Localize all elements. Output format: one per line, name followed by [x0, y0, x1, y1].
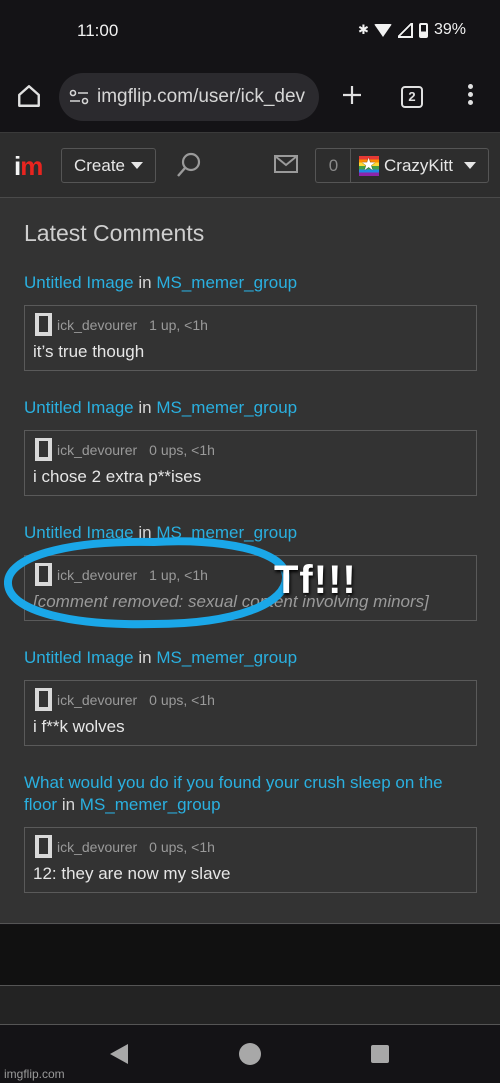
site-settings-icon[interactable] — [69, 89, 89, 105]
battery-icon — [418, 22, 428, 38]
bluetooth-icon: ✱ — [357, 22, 369, 37]
comment-meta: 0 ups, <1h — [149, 691, 215, 708]
comment-text: i f**k wolves — [33, 717, 125, 736]
post-link[interactable]: Untitled Image — [24, 523, 134, 542]
post-link[interactable]: Untitled Image — [24, 398, 134, 417]
user-avatar — [359, 155, 379, 176]
wifi-icon — [373, 23, 392, 37]
section-title: Latest Comments — [24, 220, 205, 246]
create-label: Create — [73, 155, 126, 175]
status-bar: 11:00 ✱ 39% — [0, 0, 500, 66]
latest-comments-panel: Latest Comments Untitled Image in MS_mem… — [0, 198, 500, 924]
cell-signal-icon — [397, 22, 413, 38]
imgflip-logo[interactable]: im — [14, 151, 43, 182]
comment-item: What would you do if you found your crus… — [24, 772, 477, 893]
comment-author[interactable]: ick_devourer — [57, 692, 137, 708]
group-link[interactable]: MS_memer_group — [156, 523, 297, 542]
comment-author[interactable]: ick_devourer — [57, 839, 137, 855]
post-link[interactable]: Untitled Image — [24, 648, 134, 667]
comment-text: 12: they are now my slave — [33, 864, 231, 883]
user-menu-button[interactable]: CrazyKitt — [350, 148, 489, 183]
comment-box: ick_devourer 0 ups, <1h i chose 2 extra p… — [24, 430, 477, 496]
comment-box: ick_devourer 0 ups, <1h i f**k wolves — [24, 680, 477, 746]
comment-author[interactable]: ick_devourer — [57, 317, 137, 333]
site-navbar: im Create 0 CrazyKitt — [0, 132, 500, 198]
comment-context: Untitled Image in MS_memer_group — [24, 398, 298, 417]
comment-text: it’s true though — [33, 342, 145, 361]
home-icon[interactable] — [16, 83, 42, 109]
comment-box: ick_devourer 0 ups, <1h 12: they are now … — [24, 827, 477, 893]
avatar[interactable] — [35, 313, 52, 336]
url-text[interactable]: imgflip.com/user/ick_dev — [97, 86, 305, 108]
comment-author[interactable]: ick_devourer — [57, 567, 137, 583]
tab-switcher-button[interactable]: 2 — [401, 86, 423, 108]
group-link[interactable]: MS_memer_group — [156, 273, 297, 292]
avatar[interactable] — [35, 563, 52, 586]
watermark: imgflip.com — [4, 1067, 65, 1081]
avatar[interactable] — [35, 438, 52, 461]
comment-item: Untitled Image in MS_memer_group ick_dev… — [24, 522, 477, 621]
home-circle-icon[interactable] — [239, 1043, 261, 1065]
create-button[interactable]: Create — [61, 148, 156, 183]
comment-context: Untitled Image in MS_memer_group — [24, 523, 298, 542]
comment-text-removed: [comment removed: sexual content involvi… — [33, 592, 429, 611]
comment-item: Untitled Image in MS_memer_group ick_dev… — [24, 272, 477, 371]
comment-item: Untitled Image in MS_memer_group ick_dev… — [24, 397, 477, 496]
mail-icon[interactable] — [274, 155, 298, 173]
annotation-text: Tf!!! — [274, 558, 357, 602]
notification-count[interactable]: 0 — [315, 148, 351, 183]
page-footer — [0, 986, 500, 1025]
browser-toolbar: imgflip.com/user/ick_dev 2 — [0, 66, 500, 132]
comment-meta: 1 up, <1h — [149, 316, 208, 333]
avatar[interactable] — [35, 835, 52, 858]
system-nav-bar: imgflip.com — [0, 1025, 500, 1083]
comment-text: i chose 2 extra p**ises — [33, 467, 202, 486]
address-bar[interactable]: imgflip.com/user/ick_dev — [59, 73, 319, 121]
comment-meta: 1 up, <1h — [149, 566, 208, 583]
comment-meta: 0 ups, <1h — [149, 441, 215, 458]
group-link[interactable]: MS_memer_group — [156, 398, 297, 417]
group-link[interactable]: MS_memer_group — [156, 648, 297, 667]
status-icons: ✱ 39% — [358, 21, 466, 39]
avatar[interactable] — [35, 688, 52, 711]
username: CrazyKitt — [384, 155, 453, 175]
group-link[interactable]: MS_memer_group — [80, 795, 221, 814]
comment-item: Untitled Image in MS_memer_group ick_dev… — [24, 647, 477, 746]
back-icon[interactable] — [110, 1044, 128, 1064]
comment-author[interactable]: ick_devourer — [57, 442, 137, 458]
comment-context: Untitled Image in MS_memer_group — [24, 648, 298, 667]
browser-menu-icon[interactable] — [466, 84, 474, 108]
search-icon[interactable] — [175, 151, 203, 179]
post-link[interactable]: Untitled Image — [24, 273, 134, 292]
new-tab-icon[interactable] — [341, 84, 363, 106]
status-time: 11:00 — [77, 21, 119, 40]
chevron-down-icon — [463, 162, 476, 169]
comment-context: Untitled Image in MS_memer_group — [24, 273, 298, 292]
recent-apps-icon[interactable] — [371, 1045, 389, 1063]
comment-context: What would you do if you found your crus… — [24, 773, 443, 814]
comment-box: ick_devourer 1 up, <1h [comment removed: … — [24, 555, 477, 621]
page-spacer — [0, 925, 500, 986]
comment-meta: 0 ups, <1h — [149, 838, 215, 855]
battery-percent: 39% — [433, 21, 466, 38]
comment-box: ick_devourer 1 up, <1h it’s true though — [24, 305, 477, 371]
chevron-down-icon — [131, 162, 144, 169]
